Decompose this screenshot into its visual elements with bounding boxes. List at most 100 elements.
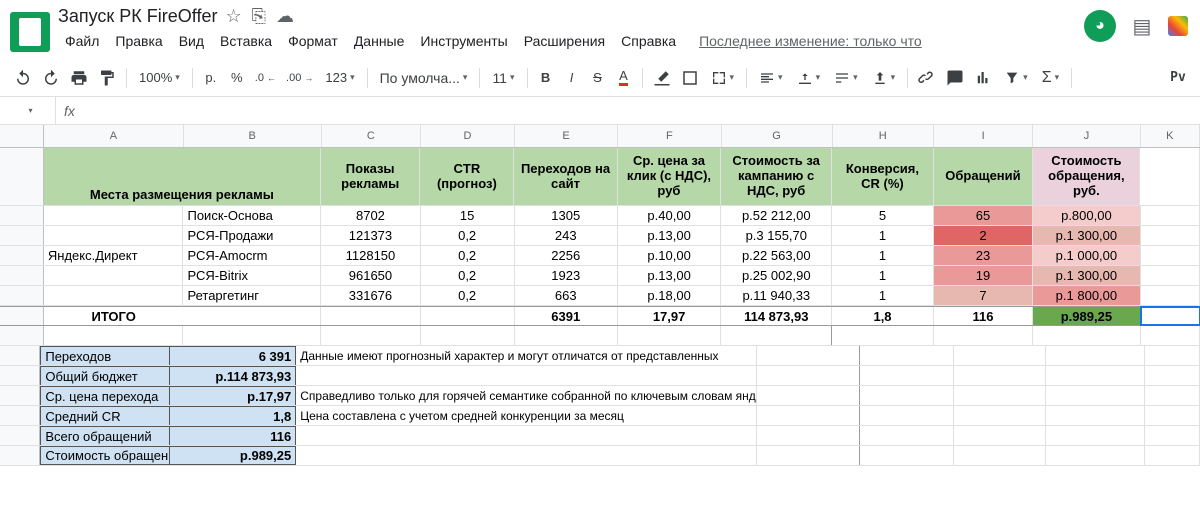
note-cell[interactable]: [296, 426, 757, 445]
increase-decimal-button[interactable]: .00 →: [282, 65, 317, 91]
formula-input[interactable]: [83, 103, 1200, 118]
cell[interactable]: Поиск-Основа: [183, 206, 321, 225]
cell[interactable]: 663: [515, 286, 618, 305]
last-edit-link[interactable]: Последнее изменение: только что: [699, 33, 922, 49]
cell[interactable]: р.22 563,00: [721, 246, 832, 265]
summary-val[interactable]: 1,8: [169, 406, 296, 425]
cell[interactable]: 7: [934, 286, 1034, 305]
cell[interactable]: [1140, 148, 1200, 205]
cloud-icon[interactable]: ☁: [276, 6, 294, 27]
header-cell[interactable]: Конверсия, CR (%): [832, 148, 934, 205]
menu-help[interactable]: Справка: [614, 29, 683, 53]
menu-extensions[interactable]: Расширения: [517, 29, 612, 53]
row-number[interactable]: [0, 426, 40, 445]
cell[interactable]: 0,2: [421, 266, 515, 285]
cell[interactable]: РСЯ-Продажи: [183, 226, 321, 245]
spreadsheet-grid[interactable]: A B C D E F G H I J K Места размещения р…: [0, 125, 1200, 466]
total-cell[interactable]: 1,8: [832, 307, 933, 325]
selected-cell[interactable]: [1141, 307, 1200, 325]
group-label[interactable]: Яндекс.Директ: [44, 246, 184, 265]
summary-key[interactable]: Стоимость обращен: [40, 446, 169, 465]
cell[interactable]: р.13,00: [618, 226, 721, 245]
avatar[interactable]: ◕: [1084, 10, 1116, 42]
col-header[interactable]: C: [322, 125, 422, 147]
header-cell[interactable]: Стоимость обращения, руб.: [1033, 148, 1140, 205]
currency-button[interactable]: р.: [199, 65, 223, 91]
summary-val[interactable]: р.989,25: [169, 446, 296, 465]
cell[interactable]: [44, 206, 184, 225]
row-number[interactable]: [0, 446, 40, 465]
font-dropdown[interactable]: По умолча...: [374, 65, 474, 91]
row-number[interactable]: [0, 148, 44, 205]
link-button[interactable]: [914, 65, 940, 91]
note-cell[interactable]: Справедливо только для горячей семантике…: [296, 386, 757, 405]
cell[interactable]: Ретаргетинг: [183, 286, 321, 305]
apps-icon[interactable]: [1168, 16, 1188, 36]
header-cell[interactable]: Места размещения рекламы: [44, 148, 321, 205]
col-header[interactable]: F: [618, 125, 721, 147]
italic-button[interactable]: I: [560, 65, 584, 91]
cell[interactable]: 1: [832, 226, 933, 245]
menu-file[interactable]: Файл: [58, 29, 106, 53]
row-number[interactable]: [0, 366, 40, 385]
row-number[interactable]: [0, 326, 44, 345]
filter-button[interactable]: [998, 65, 1034, 91]
cell[interactable]: [183, 307, 321, 325]
header-cell[interactable]: Показы рекламы: [321, 148, 421, 205]
cell[interactable]: р.25 002,90: [721, 266, 832, 285]
select-all-cell[interactable]: [0, 125, 44, 147]
row-number[interactable]: [0, 386, 40, 405]
bold-button[interactable]: B: [534, 65, 558, 91]
cell[interactable]: 1923: [515, 266, 618, 285]
row-number[interactable]: [0, 286, 44, 305]
cell[interactable]: [321, 307, 421, 325]
cell[interactable]: 1: [832, 266, 933, 285]
cell[interactable]: РСЯ-Amocrm: [183, 246, 321, 265]
move-icon[interactable]: ⎘: [252, 6, 266, 27]
col-header[interactable]: A: [44, 125, 184, 147]
total-label[interactable]: ИТОГО: [44, 307, 184, 325]
font-size-dropdown[interactable]: 11: [486, 65, 520, 91]
total-cell[interactable]: 6391: [515, 307, 618, 325]
valign-button[interactable]: [791, 65, 827, 91]
row-number[interactable]: [0, 226, 44, 245]
summary-val[interactable]: р.17,97: [169, 386, 296, 405]
merge-button[interactable]: [705, 65, 741, 91]
row-number[interactable]: [0, 266, 44, 285]
cell[interactable]: РСЯ-Bitrix: [183, 266, 321, 285]
redo-button[interactable]: [38, 65, 64, 91]
cell[interactable]: [1141, 206, 1200, 225]
decrease-decimal-button[interactable]: .0 ←: [251, 65, 280, 91]
cell[interactable]: [1141, 246, 1200, 265]
cell[interactable]: р.52 212,00: [721, 206, 832, 225]
cell[interactable]: р.1 800,00: [1033, 286, 1140, 305]
fill-color-button[interactable]: [649, 65, 675, 91]
col-header[interactable]: B: [184, 125, 322, 147]
cell[interactable]: 243: [515, 226, 618, 245]
summary-val[interactable]: 116: [169, 426, 296, 445]
col-header[interactable]: H: [833, 125, 934, 147]
row-number[interactable]: [0, 307, 44, 325]
print-button[interactable]: [66, 65, 92, 91]
cell[interactable]: [44, 266, 184, 285]
row-number[interactable]: [0, 346, 40, 365]
summary-val[interactable]: 6 391: [169, 346, 296, 365]
cell[interactable]: 961650: [321, 266, 421, 285]
cell[interactable]: р.1 300,00: [1033, 226, 1140, 245]
header-cell[interactable]: Переходов на сайт: [514, 148, 617, 205]
cell[interactable]: [44, 226, 184, 245]
cell[interactable]: р.10,00: [618, 246, 721, 265]
cell[interactable]: р.3 155,70: [721, 226, 832, 245]
cell[interactable]: р.40,00: [618, 206, 721, 225]
col-header[interactable]: E: [515, 125, 618, 147]
percent-button[interactable]: %: [225, 65, 249, 91]
col-header[interactable]: D: [421, 125, 515, 147]
undo-button[interactable]: [10, 65, 36, 91]
cell[interactable]: 331676: [321, 286, 421, 305]
cell[interactable]: 23: [934, 246, 1034, 265]
summary-key[interactable]: Всего обращений: [40, 426, 169, 445]
cell[interactable]: 0,2: [421, 226, 515, 245]
borders-button[interactable]: [677, 65, 703, 91]
header-cell[interactable]: Ср. цена за клик (с НДС), руб: [618, 148, 721, 205]
header-cell[interactable]: CTR (прогноз): [420, 148, 514, 205]
